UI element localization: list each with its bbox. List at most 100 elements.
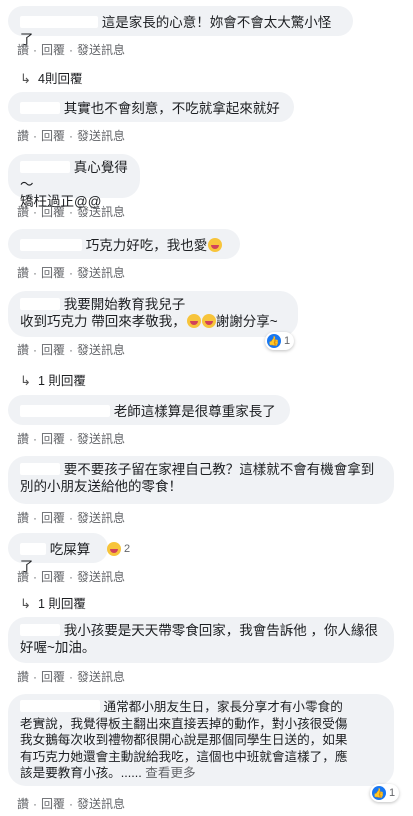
comment-text: 該是要教育小孩。...... [20,766,142,780]
comment-text: 收到巧克力 帶回來孝敬我， [20,314,186,329]
send-message-link[interactable]: 發送訊息 [77,432,125,446]
comment-actions: 讚 · 回覆 · 發送訊息 [17,127,125,144]
reply-link[interactable]: 回覆 [41,797,65,811]
comment-bubble: 吃屎算了 [8,533,108,574]
comment-text: 有巧克力她還會主動說給我吃，這個也中班就會這樣了，應 [20,749,348,764]
like-link[interactable]: 讚 [17,511,29,525]
separator: · [69,343,74,357]
like-link[interactable]: 讚 [17,266,29,280]
send-message-link[interactable]: 發送訊息 [77,797,125,811]
separator: · [69,670,74,684]
comment-text: 老實說，我覺得板主翻出來直接丟掉的動作，對小孩很受傷 [20,716,348,731]
reaction-count: 1 [284,335,291,347]
replies-count: 1 則回覆 [38,597,86,611]
send-message-link[interactable]: 發送訊息 [77,205,125,219]
squinting-tongue-emoji-icon [186,314,201,328]
separator: · [69,43,74,57]
separator: · [69,570,74,584]
comment-text: 好喔~加油。 [20,640,96,655]
separator: · [69,205,74,219]
comment-bubble: 通常都小朋友生日，家長分享才有小零食的 老實說，我覺得板主翻出來直接丟掉的動作，… [8,694,394,786]
separator: · [33,670,38,684]
separator: · [33,570,38,584]
reply-link[interactable]: 回覆 [41,266,65,280]
redacted-name [20,624,60,636]
reaction-badge[interactable]: 👍 1 [370,784,400,802]
comment-text: 謝謝分享~ [215,314,278,329]
reply-arrow-icon: ↳ [20,373,31,388]
comment-text: 我女鵝每次收到禮物都很開心說是那個同學生日送的，如果 [20,733,348,747]
redacted-name [20,700,100,712]
send-message-link[interactable]: 發送訊息 [77,266,125,280]
send-message-link[interactable]: 發送訊息 [77,511,125,525]
comment-text: 老師這樣算是很尊重家長了 [113,404,276,419]
reaction-badge[interactable]: 2 [104,540,134,558]
view-replies[interactable]: ↳ 1 則回覆 [20,370,86,389]
separator: · [33,797,38,811]
reply-link[interactable]: 回覆 [41,570,65,584]
like-link[interactable]: 讚 [17,343,29,357]
separator: · [33,266,38,280]
like-link[interactable]: 讚 [17,670,29,684]
comment-bubble: 老師這樣算是很尊重家長了 [8,395,290,425]
reply-link[interactable]: 回覆 [41,432,65,446]
comment-actions: 讚 · 回覆 · 發送訊息 [17,430,125,447]
view-replies[interactable]: ↳ 4則回覆 [20,68,82,87]
like-link[interactable]: 讚 [17,205,29,219]
replies-count: 4則回覆 [38,72,83,86]
comment-text: 我小孩要是天天帶零食回家，我會告訴他 ，你人緣很 [63,623,379,638]
like-link[interactable]: 讚 [17,129,29,143]
like-link[interactable]: 讚 [17,432,29,446]
comment-text: 通常都小朋友生日，家長分享才有小零食的 [103,700,343,714]
redacted-name [20,16,98,28]
reply-arrow-icon: ↳ [20,596,31,611]
reply-link[interactable]: 回覆 [41,343,65,357]
comment-actions: 讚 · 回覆 · 發送訊息 [17,795,125,812]
comment-actions: 讚 · 回覆 · 發送訊息 [17,203,125,220]
send-message-link[interactable]: 發送訊息 [77,43,125,57]
like-link[interactable]: 讚 [17,43,29,57]
redacted-name [20,543,46,555]
reply-link[interactable]: 回覆 [41,129,65,143]
comment-bubble: 我小孩要是天天帶零食回家，我會告訴他 ，你人緣很 好喔~加油。 [8,617,394,663]
reaction-badge[interactable]: 👍 1 [265,332,295,350]
separator: · [69,266,74,280]
replies-count: 1 則回覆 [38,374,86,388]
comment-text: 我要開始教育我兒子 [63,297,186,312]
separator: · [33,205,38,219]
reply-link[interactable]: 回覆 [41,511,65,525]
see-more-link[interactable]: 查看更多 [145,766,195,780]
like-link[interactable]: 讚 [17,797,29,811]
thumbs-up-icon: 👍 [267,334,281,348]
reply-link[interactable]: 回覆 [41,43,65,57]
thumbs-up-icon: 👍 [372,786,386,800]
separator: · [33,511,38,525]
reply-link[interactable]: 回覆 [41,205,65,219]
separator: · [33,343,38,357]
separator: · [69,511,74,525]
send-message-link[interactable]: 發送訊息 [77,570,125,584]
separator: · [33,43,38,57]
comment-bubble: 這是家長的心意！妳會不會太大驚小怪了 [8,6,353,47]
like-link[interactable]: 讚 [17,570,29,584]
send-message-link[interactable]: 發送訊息 [77,129,125,143]
separator: · [69,797,74,811]
separator: · [69,129,74,143]
view-replies[interactable]: ↳ 1 則回覆 [20,593,86,612]
separator: · [69,432,74,446]
reply-link[interactable]: 回覆 [41,670,65,684]
redacted-name [20,239,82,251]
redacted-name [20,405,110,417]
reaction-count: 1 [389,787,396,799]
send-message-link[interactable]: 發送訊息 [77,670,125,684]
comment-bubble: 我要開始教育我兒子 收到巧克力 帶回來孝敬我， 謝謝分享~ [8,291,298,337]
send-message-link[interactable]: 發送訊息 [77,343,125,357]
reaction-count: 2 [124,543,131,555]
comment-bubble: 真心覺得～ 矯枉過正@@ [8,154,140,209]
comment-actions: 讚 · 回覆 · 發送訊息 [17,568,125,585]
comment-actions: 讚 · 回覆 · 發送訊息 [17,509,125,526]
comment-bubble: 要不要孩子留在家裡自己教？這樣就不會有機會拿到 別的小朋友送給他的零食！ [8,456,394,504]
redacted-name [20,161,70,173]
squinting-tongue-emoji-icon [107,542,121,556]
separator: · [33,129,38,143]
